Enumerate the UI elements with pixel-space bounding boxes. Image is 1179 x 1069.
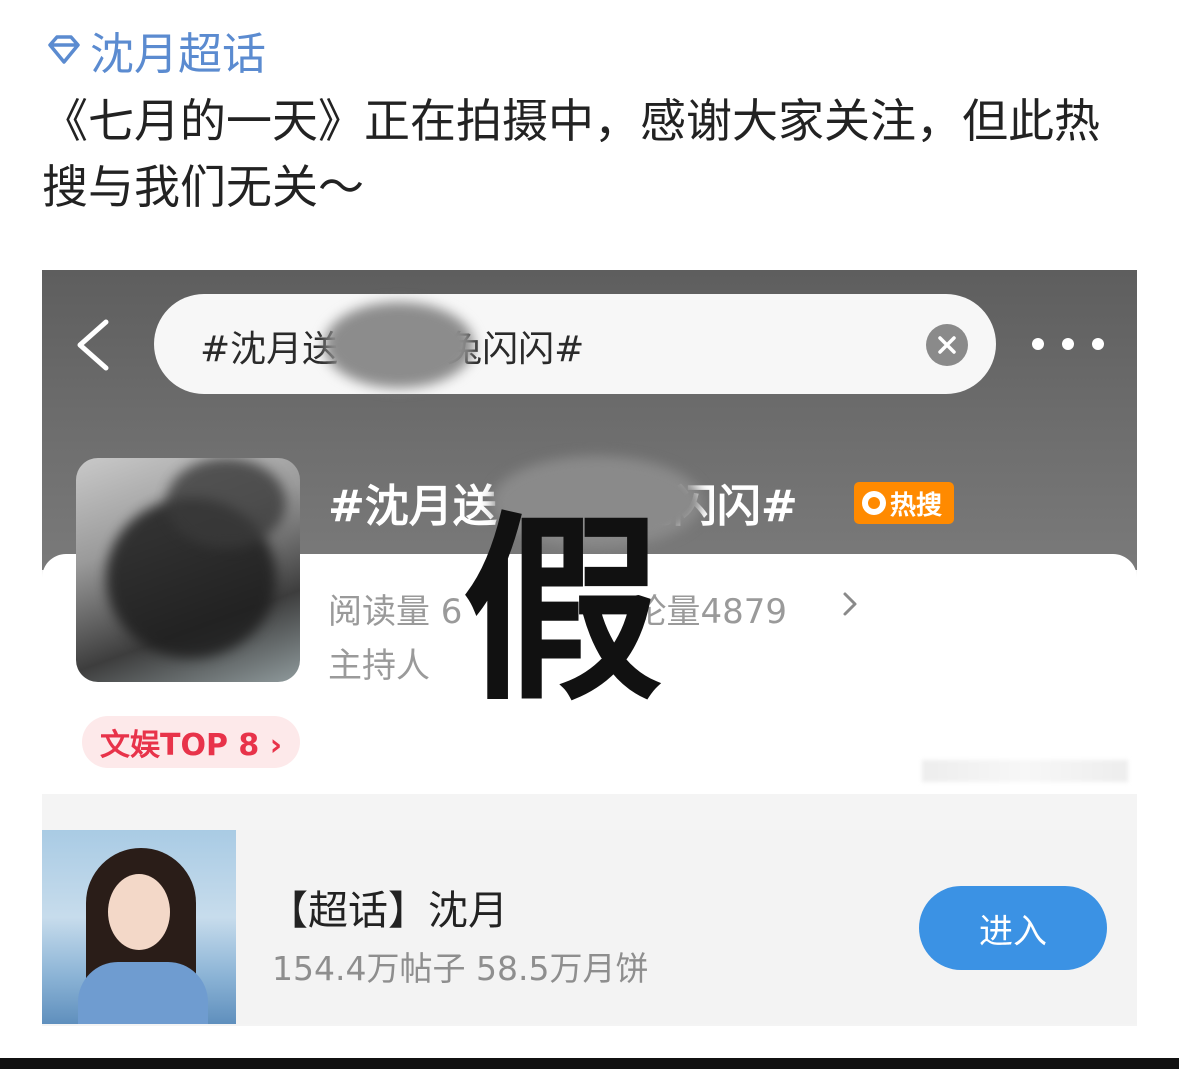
hot-search-badge: 热搜 (854, 482, 955, 524)
avatar-scribble (166, 458, 286, 548)
enter-button[interactable]: 进入 (919, 886, 1107, 970)
chevron-right-icon[interactable] (842, 590, 858, 618)
blurred-area (922, 760, 1128, 782)
host-label: 主持人 (328, 646, 430, 686)
more-icon[interactable] (1032, 332, 1104, 356)
bottom-bar (0, 1058, 1179, 1069)
chaohua-stats: 154.4万帖子 58.5万月饼 (272, 949, 649, 988)
embedded-screenshot: #沈月送 兔闪闪# #沈月送 兔闪闪# 热搜 阅读量 6 论量4879 主持人 文… (42, 270, 1137, 1026)
read-count: 阅读量 6 (328, 592, 463, 632)
search-bar[interactable]: #沈月送 兔闪闪# (154, 294, 996, 394)
hot-icon (862, 491, 886, 515)
post-text: 《七月的一天》正在拍摄中，感谢大家关注，但此热搜与我们无关～ (42, 94, 1100, 214)
chaohua-title: 【超话】沈月 (268, 888, 508, 934)
topic-avatar (76, 458, 300, 682)
back-arrow-icon[interactable] (68, 316, 118, 374)
diamond-icon (44, 30, 84, 70)
rank-badge[interactable]: 文娱TOP 8 › (82, 716, 301, 768)
fake-stamp: 假 (462, 495, 663, 728)
topic-tag-label: 沈月超话 (90, 29, 266, 80)
topic-tag-link[interactable]: 沈月超话 (44, 22, 266, 80)
chaohua-photo (42, 830, 236, 1024)
redaction-scribble (324, 302, 474, 388)
chaohua-card[interactable]: 【超话】沈月 154.4万帖子 58.5万月饼 进入 (42, 830, 1137, 1024)
hot-badge-label: 热搜 (890, 490, 943, 521)
clear-icon[interactable] (926, 324, 968, 366)
